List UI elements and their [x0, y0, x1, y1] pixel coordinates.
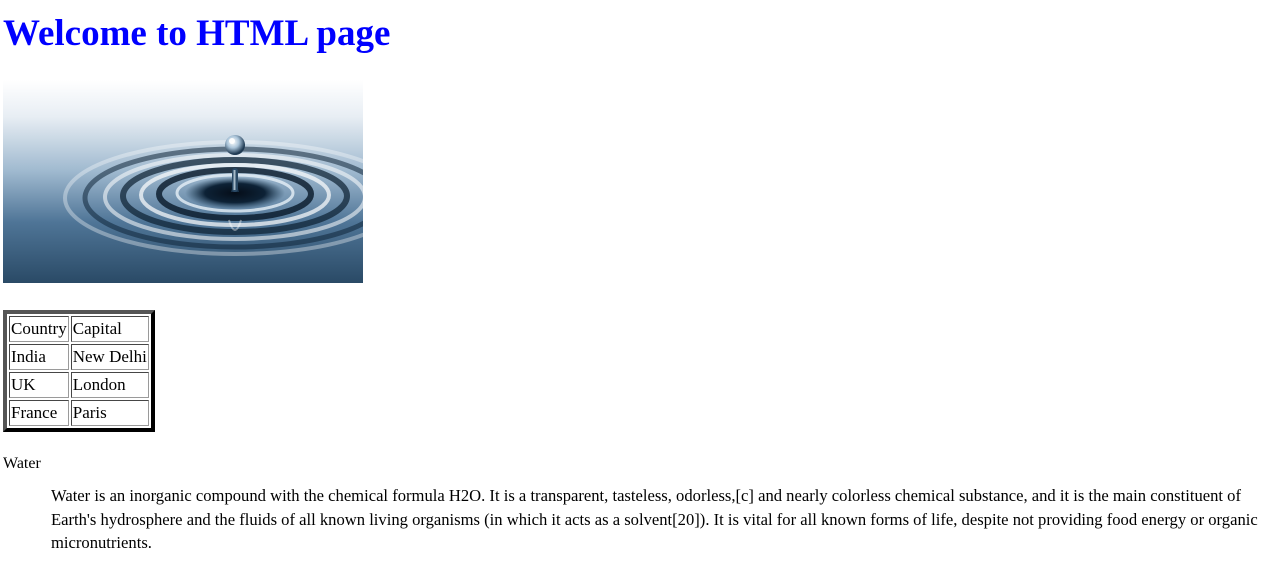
definition-term: Water [3, 455, 41, 472]
table-header-cell: Country [9, 316, 69, 342]
table-row: France Paris [9, 400, 149, 426]
table-cell: India [9, 344, 69, 370]
page-title: Welcome to HTML page [3, 13, 391, 54]
table-cell: Paris [70, 400, 149, 426]
table-row: India New Delhi [9, 344, 149, 370]
table-cell: New Delhi [70, 344, 149, 370]
table-header-cell: Capital [70, 316, 149, 342]
table-cell: London [70, 372, 149, 398]
country-capital-table: Country Capital India New Delhi UK Londo… [3, 310, 155, 432]
table-row: UK London [9, 372, 149, 398]
table-cell: France [9, 400, 69, 426]
definition-text: Water is an inorganic compound with the … [51, 486, 1258, 552]
water-drop-image [3, 80, 363, 283]
table-header-row: Country Capital [9, 316, 149, 342]
table-cell: UK [9, 372, 69, 398]
